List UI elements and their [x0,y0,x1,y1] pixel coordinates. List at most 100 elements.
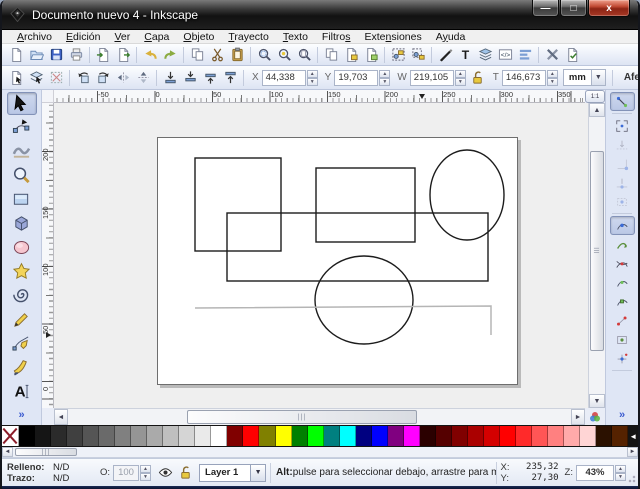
color-swatch[interactable] [83,426,99,446]
snap-bbox-corners-icon[interactable] [610,154,635,173]
fill-stroke-icon[interactable] [435,45,455,64]
unit-dropdown[interactable]: mm ▼ [563,69,606,86]
zoom-page-icon[interactable] [294,45,314,64]
rotate-cw-icon[interactable] [93,68,113,87]
snap-rotation-centers-icon[interactable] [610,349,635,368]
tool-spiral[interactable] [7,284,37,307]
copy-icon[interactable] [187,45,207,64]
select-all-layers-icon[interactable] [26,68,46,87]
color-swatch[interactable] [596,426,612,446]
text-dialog-icon[interactable]: T [455,45,475,64]
color-swatch[interactable] [468,426,484,446]
color-swatch[interactable] [308,426,324,446]
color-swatch[interactable] [484,426,500,446]
palette-menu-arrow-icon[interactable]: ◄ [628,426,638,446]
scroll-left-icon[interactable]: ◄ [54,409,68,425]
color-swatch[interactable] [372,426,388,446]
swatch-none[interactable] [2,426,19,446]
opacity-spinner[interactable]: ▲▼ [140,465,151,481]
tool-pencil[interactable] [7,308,37,331]
menu-trayecto[interactable]: Trayecto [221,30,275,44]
tool-star[interactable] [7,260,37,283]
color-swatch[interactable] [420,426,436,446]
raise-to-top-icon[interactable] [220,68,240,87]
menu-filtros[interactable]: Filtros [315,30,358,44]
vertical-scroll-thumb[interactable]: ☰ [590,151,604,351]
color-swatch[interactable] [516,426,532,446]
y-input[interactable]: 19,703 [334,70,378,86]
lower-to-bottom-icon[interactable] [160,68,180,87]
y-spinner[interactable]: ▲▼ [379,70,390,86]
canvas-viewport[interactable] [54,103,588,408]
tool-rectangle[interactable] [7,188,37,211]
color-swatch[interactable] [243,426,259,446]
scroll-right-icon[interactable]: ► [571,409,585,425]
color-swatch[interactable] [19,426,35,446]
palette-scroll-left-icon[interactable]: ◄ [2,447,13,457]
x-input[interactable]: 44,338 [262,70,306,86]
color-swatch[interactable] [500,426,516,446]
tool-zoom[interactable] [7,164,37,187]
horizontal-ruler[interactable]: -50050100150200250300350 [54,90,585,103]
lock-ratio-icon[interactable] [468,68,488,87]
color-swatch[interactable] [227,426,243,446]
color-swatch[interactable] [276,426,292,446]
tool-text[interactable]: A [7,380,37,403]
zoom-spinner[interactable]: ▲▼ [615,465,626,481]
menu-ver[interactable]: Ver [107,30,137,44]
color-swatch[interactable] [163,426,179,446]
snap-object-centers-icon[interactable] [610,330,635,349]
horizontal-scrollbar[interactable]: ◄ ||| ► [54,408,585,425]
snap-path-intersections-icon[interactable] [610,254,635,273]
palette-scroll-right-icon[interactable]: ► [627,447,638,457]
deselect-icon[interactable] [46,68,66,87]
snap-smooth-nodes-icon[interactable] [610,292,635,311]
tool-selector[interactable] [7,92,37,115]
cut-icon[interactable] [207,45,227,64]
maximize-button[interactable]: □ [560,0,587,17]
snap-paths-icon[interactable] [610,235,635,254]
x-spinner[interactable]: ▲▼ [307,70,318,86]
color-swatch[interactable] [548,426,564,446]
color-swatch[interactable] [292,426,308,446]
height-input[interactable]: 146,673 [502,70,546,86]
layer-lock-icon[interactable] [175,463,195,483]
color-swatch[interactable] [340,426,356,446]
layers-dialog-icon[interactable] [475,45,495,64]
color-swatch[interactable] [51,426,67,446]
color-swatch[interactable] [436,426,452,446]
save-icon[interactable] [46,45,66,64]
color-swatch[interactable] [179,426,195,446]
xml-editor-icon[interactable]: </> [495,45,515,64]
snap-enable-icon[interactable] [610,92,635,111]
palette-scroll-thumb[interactable]: ||| [15,448,77,456]
clone-icon[interactable] [341,45,361,64]
color-swatch[interactable] [356,426,372,446]
open-icon[interactable] [26,45,46,64]
menu-ayuda[interactable]: Ayuda [429,30,473,44]
tool-bezier-pen[interactable] [7,332,37,355]
resize-grip[interactable] [628,459,636,486]
menu-edicin[interactable]: Edición [59,30,107,44]
menu-archivo[interactable]: Archivo [10,30,59,44]
vertical-ruler[interactable]: 200150100500 [42,103,54,408]
color-swatch[interactable] [259,426,275,446]
toolbox-overflow-chevron[interactable]: » [18,409,24,421]
color-swatch[interactable] [564,426,580,446]
snap-bbox-edges-icon[interactable] [610,135,635,154]
color-swatch[interactable] [580,426,596,446]
color-swatch[interactable] [147,426,163,446]
select-all-icon[interactable] [6,68,26,87]
tool-ellipse[interactable] [7,236,37,259]
document-properties-icon[interactable] [562,45,582,64]
color-swatch[interactable] [612,426,628,446]
snapbar-overflow-chevron[interactable]: » [619,409,625,421]
undo-icon[interactable] [140,45,160,64]
ungroup-icon[interactable] [408,45,428,64]
align-dialog-icon[interactable] [515,45,535,64]
color-swatch[interactable] [99,426,115,446]
color-swatch[interactable] [532,426,548,446]
lower-icon[interactable] [180,68,200,87]
print-icon[interactable] [66,45,86,64]
menu-capa[interactable]: Capa [137,30,176,44]
